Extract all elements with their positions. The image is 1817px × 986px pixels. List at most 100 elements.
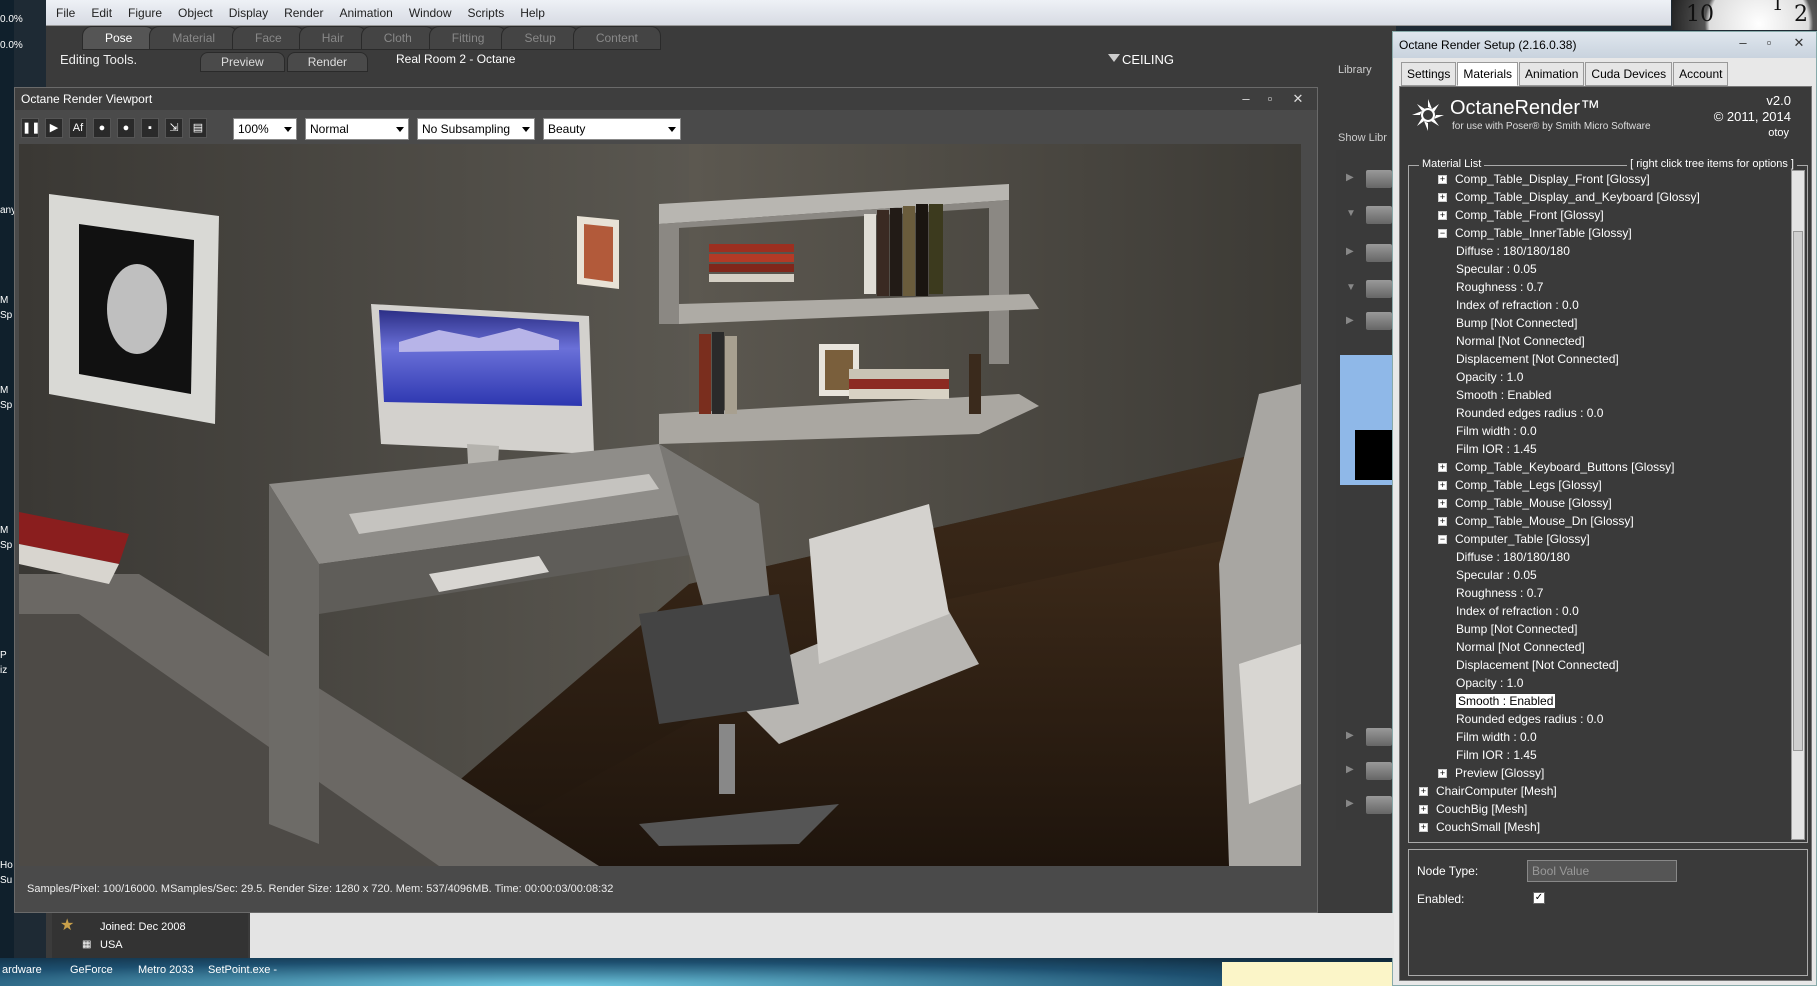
folder-icon[interactable] [1366,244,1392,262]
tree-item[interactable]: Smooth : Enabled [1456,694,1556,712]
chevron-right-icon[interactable]: ▶ [1346,172,1354,183]
node-type-select[interactable]: Bool Value [1527,860,1677,882]
minimize-icon[interactable]: – [1732,34,1754,52]
tab-setup[interactable]: Setup [501,26,579,50]
menu-object[interactable]: Object [176,4,215,22]
chevron-right-icon[interactable]: ▶ [1346,315,1354,326]
expand-icon[interactable]: + [1438,211,1447,221]
tree-item[interactable]: Opacity : 1.0 [1456,370,1523,388]
color-sphere-icon[interactable]: ● [117,118,135,138]
tree-item[interactable]: Diffuse : 180/180/180 [1456,244,1570,262]
desktop-shortcut-label[interactable]: SetPoint.exe - [208,964,277,976]
tree-item[interactable]: Film width : 0.0 [1456,730,1537,748]
expand-icon[interactable]: + [1438,499,1447,509]
expand-icon[interactable]: + [1419,787,1428,797]
render-image[interactable] [19,144,1301,866]
maximize-icon[interactable]: ▫ [1259,90,1281,108]
scrollbar-thumb[interactable] [1793,231,1803,751]
desktop-shortcut-label[interactable]: ardware [2,964,42,976]
tab-settings[interactable]: Settings [1401,62,1457,86]
expand-icon[interactable]: + [1438,175,1447,185]
chevron-down-icon[interactable]: ▼ [1346,282,1356,293]
tree-item[interactable]: Displacement [Not Connected] [1456,352,1619,370]
minimize-icon[interactable]: – [1235,90,1257,108]
tree-item[interactable]: Index of refraction : 0.0 [1456,604,1579,622]
expand-icon[interactable]: + [1419,805,1428,815]
tree-item[interactable]: Film IOR : 1.45 [1456,442,1537,460]
show-library-label[interactable]: Show Libr [1338,132,1387,144]
chevron-right-icon[interactable]: ▶ [1346,764,1354,775]
folder-icon[interactable] [1366,762,1392,780]
tree-item[interactable]: Rounded edges radius : 0.0 [1456,712,1603,730]
close-icon[interactable]: ✕ [1287,90,1309,108]
tree-item[interactable]: Normal [Not Connected] [1456,334,1585,352]
menu-display[interactable]: Display [227,4,270,22]
tab-cloth[interactable]: Cloth [360,26,435,50]
material-tree-scrollbar[interactable] [1791,170,1805,840]
tree-item[interactable]: − Computer_Table [Glossy] [1438,532,1590,550]
tree-item[interactable]: Film width : 0.0 [1456,424,1537,442]
tree-item[interactable]: Displacement [Not Connected] [1456,658,1619,676]
tab-animation[interactable]: Animation [1519,62,1585,86]
document-icon[interactable]: ▤ [189,118,207,138]
tab-cuda-devices[interactable]: Cuda Devices [1585,62,1673,86]
tree-item[interactable]: Rounded edges radius : 0.0 [1456,406,1603,424]
tab-material[interactable]: Material [149,26,239,50]
menu-render[interactable]: Render [282,4,325,22]
expand-icon[interactable]: + [1438,769,1447,779]
tree-item[interactable]: + Preview [Glossy] [1438,766,1544,784]
autofocus-icon[interactable]: Af [69,118,87,138]
tree-item[interactable]: + CouchSmall [Mesh] [1419,820,1540,838]
chevron-right-icon[interactable]: ▶ [1346,246,1354,257]
tree-item[interactable]: − Comp_Table_InnerTable [Glossy] [1438,226,1632,244]
maximize-icon[interactable]: ▫ [1758,34,1780,52]
tree-item[interactable]: Smooth : Enabled [1456,388,1551,406]
chevron-down-icon[interactable] [1108,54,1120,62]
tree-item[interactable]: + Comp_Table_Display_and_Keyboard [Glossy… [1438,190,1700,208]
expand-icon[interactable]: + [1419,823,1428,833]
folder-icon[interactable] [1366,206,1392,224]
subsampling-select[interactable]: No Subsampling [417,118,535,140]
folder-icon[interactable] [1366,312,1392,330]
tree-item[interactable]: Film IOR : 1.45 [1456,748,1537,766]
menu-animation[interactable]: Animation [337,4,394,22]
menu-file[interactable]: File [54,4,77,22]
chevron-right-icon[interactable]: ▶ [1346,730,1354,741]
tree-item[interactable]: + CouchBig [Mesh] [1419,802,1527,820]
expand-icon[interactable]: + [1438,193,1447,203]
folder-icon[interactable] [1366,170,1392,188]
tree-item[interactable]: + Comp_Table_Keyboard_Buttons [Glossy] [1438,460,1674,478]
library-label[interactable]: Library [1338,64,1372,76]
chevron-down-icon[interactable]: ▼ [1346,208,1356,219]
tree-item[interactable]: Diffuse : 180/180/180 [1456,550,1570,568]
setup-titlebar[interactable]: Octane Render Setup (2.16.0.38) – ▫ ✕ [1393,32,1816,58]
tree-item[interactable]: + Comp_Table_Mouse [Glossy] [1438,496,1612,514]
tab-fitting[interactable]: Fitting [428,26,508,50]
tree-item[interactable]: + Comp_Table_Mouse_Dn [Glossy] [1438,514,1634,532]
render-pass-select[interactable]: Beauty [543,118,681,140]
collapse-icon[interactable]: − [1438,229,1447,239]
menu-edit[interactable]: Edit [89,4,114,22]
tree-item[interactable]: Normal [Not Connected] [1456,640,1585,658]
zoom-select[interactable]: 100% [233,118,297,140]
viewport-titlebar[interactable]: Octane Render Viewport – ▫ ✕ [15,88,1317,110]
tab-pose[interactable]: Pose [82,26,156,50]
sphere-icon[interactable]: ● [93,118,111,138]
pause-icon[interactable]: ❚❚ [21,118,40,138]
menu-window[interactable]: Window [407,4,454,22]
expand-icon[interactable]: + [1438,517,1447,527]
desktop-shortcut-label[interactable]: GeForce [70,964,113,976]
tab-render[interactable]: Render [286,52,369,72]
tree-item[interactable]: + ChairComputer [Mesh] [1419,784,1557,802]
tab-hair[interactable]: Hair [298,26,367,50]
tree-item[interactable]: Roughness : 0.7 [1456,280,1543,298]
enabled-checkbox[interactable]: ✓ [1533,892,1545,904]
tree-item[interactable]: Bump [Not Connected] [1456,316,1577,334]
mode-select[interactable]: Normal [305,118,409,140]
region-icon[interactable]: ▪ [141,118,159,138]
menu-figure[interactable]: Figure [126,4,164,22]
folder-icon[interactable] [1366,728,1392,746]
chevron-right-icon[interactable]: ▶ [1346,798,1354,809]
tab-preview[interactable]: Preview [200,52,285,72]
folder-icon[interactable] [1366,796,1392,814]
